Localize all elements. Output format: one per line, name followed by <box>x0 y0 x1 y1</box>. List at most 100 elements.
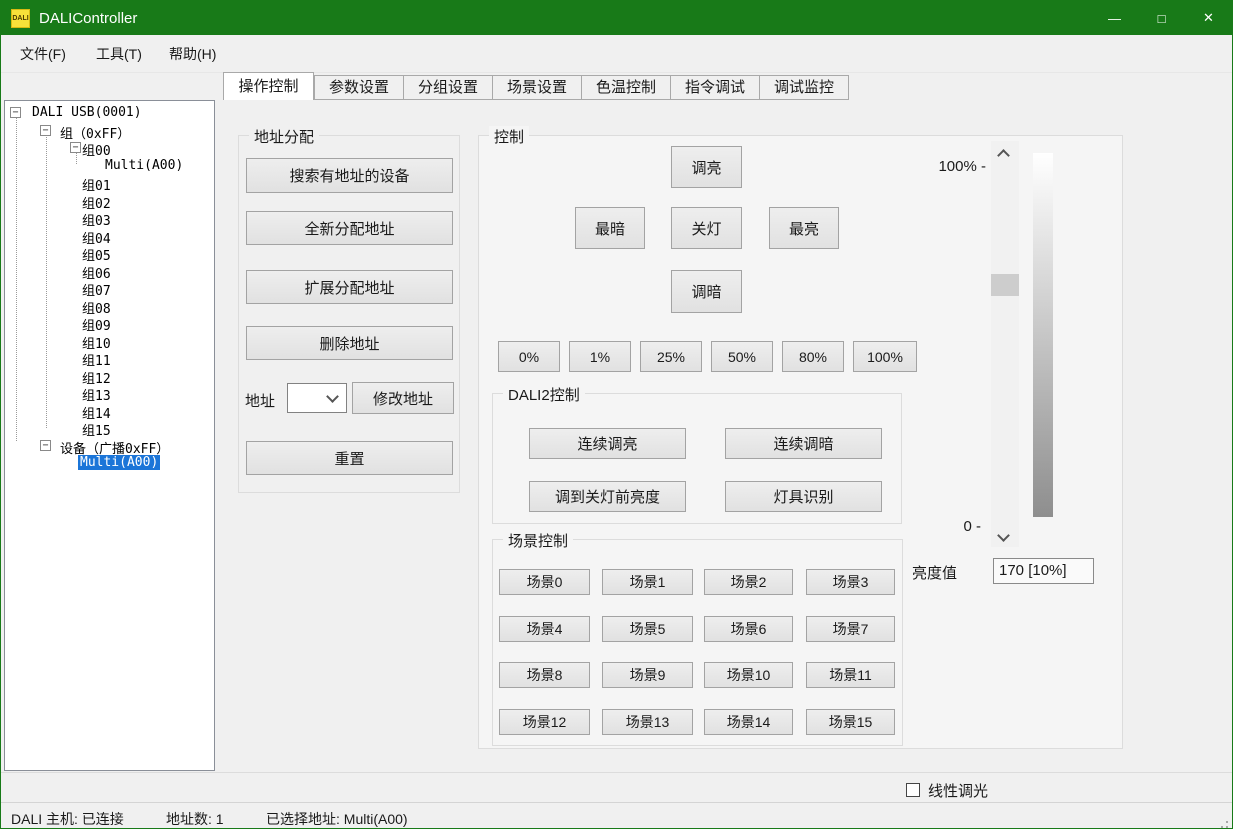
tree-item[interactable]: 组13 <box>5 385 214 402</box>
percent-100-button[interactable]: 100% <box>853 341 917 372</box>
linear-dimming-checkbox[interactable] <box>906 783 920 797</box>
brightness-scrollbar[interactable] <box>991 141 1019 547</box>
reset-button[interactable]: 重置 <box>246 441 453 475</box>
slider-max-label: 100% - <box>921 158 986 175</box>
tab-parameter-settings[interactable]: 参数设置 <box>314 75 404 100</box>
scene-10-button[interactable]: 场景10 <box>704 662 793 688</box>
continuous-brighten-button[interactable]: 连续调亮 <box>529 428 686 459</box>
brightness-value-box[interactable]: 170 [10%] <box>993 558 1094 584</box>
scene-14-button[interactable]: 场景14 <box>704 709 793 735</box>
brightness-value-label: 亮度值 <box>912 562 957 583</box>
tree-expander-icon[interactable]: − <box>40 125 51 136</box>
tree-item[interactable]: 组04 <box>5 228 214 245</box>
tab-debug-monitor[interactable]: 调试监控 <box>759 75 849 100</box>
tree-item[interactable]: 组12 <box>5 368 214 385</box>
tree-item[interactable]: 组03 <box>5 210 214 227</box>
status-host: DALI 主机: 已连接 <box>11 809 124 829</box>
scrollbar-up-button[interactable] <box>991 141 1019 165</box>
tab-group-settings[interactable]: 分组设置 <box>403 75 493 100</box>
title-bar: DALI DALIController — □ ✕ <box>1 1 1232 35</box>
percent-80-button[interactable]: 80% <box>782 341 844 372</box>
address-label: 地址 <box>245 390 275 411</box>
app-icon: DALI <box>11 9 30 28</box>
tree-item[interactable]: 组11 <box>5 350 214 367</box>
scene-group-title: 场景控制 <box>503 530 573 551</box>
close-button[interactable]: ✕ <box>1185 1 1232 35</box>
scene-1-button[interactable]: 场景1 <box>602 569 693 595</box>
search-addressed-devices-button[interactable]: 搜索有地址的设备 <box>246 158 453 193</box>
dim-button[interactable]: 调暗 <box>671 270 742 313</box>
tree-item[interactable]: − 设备（广播0xFF） <box>5 438 214 455</box>
tree-item[interactable]: − 组00 <box>5 140 214 157</box>
slider-min-label: 0 - <box>921 518 981 535</box>
tree-expander-icon[interactable]: − <box>10 107 21 118</box>
percent-50-button[interactable]: 50% <box>711 341 773 372</box>
tree-item[interactable]: − DALI USB(0001) <box>5 105 214 122</box>
tab-operation-control[interactable]: 操作控制 <box>223 72 314 100</box>
tree-item[interactable]: 组09 <box>5 315 214 332</box>
luminaire-identify-button[interactable]: 灯具识别 <box>725 481 882 512</box>
status-bar: DALI 主机: 已连接 地址数: 1 已选择地址: Multi(A00) <box>1 802 1232 829</box>
scene-6-button[interactable]: 场景6 <box>704 616 793 642</box>
scene-11-button[interactable]: 场景11 <box>806 662 895 688</box>
extend-assign-address-button[interactable]: 扩展分配地址 <box>246 270 453 304</box>
max-brightness-button[interactable]: 最亮 <box>769 207 839 249</box>
delete-address-button[interactable]: 删除地址 <box>246 326 453 360</box>
tab-scene-settings[interactable]: 场景设置 <box>492 75 582 100</box>
status-selected-address: 已选择地址: Multi(A00) <box>266 809 408 829</box>
tree-expander-icon[interactable]: − <box>70 142 81 153</box>
tree-item[interactable]: 组06 <box>5 263 214 280</box>
tab-command-debug[interactable]: 指令调试 <box>670 75 760 100</box>
scene-13-button[interactable]: 场景13 <box>602 709 693 735</box>
scene-4-button[interactable]: 场景4 <box>499 616 590 642</box>
brighten-button[interactable]: 调亮 <box>671 146 742 188</box>
scene-7-button[interactable]: 场景7 <box>806 616 895 642</box>
chevron-up-icon <box>997 149 1010 162</box>
scene-2-button[interactable]: 场景2 <box>704 569 793 595</box>
recall-last-level-button[interactable]: 调到关灯前亮度 <box>529 481 686 512</box>
scene-0-button[interactable]: 场景0 <box>499 569 590 595</box>
scene-15-button[interactable]: 场景15 <box>806 709 895 735</box>
min-brightness-button[interactable]: 最暗 <box>575 207 645 249</box>
tree-item[interactable]: 组15 <box>5 420 214 437</box>
tree-item[interactable]: 组02 <box>5 193 214 210</box>
brightness-gradient-bar <box>1033 153 1053 517</box>
light-off-button[interactable]: 关灯 <box>671 207 742 249</box>
tree-item-selected[interactable]: Multi(A00) <box>5 455 214 472</box>
linear-dimming-label: 线性调光 <box>928 780 988 801</box>
window-title: DALIController <box>39 10 137 27</box>
menu-tools[interactable]: 工具(T) <box>96 44 142 64</box>
footer-strip: 线性调光 <box>1 772 1232 802</box>
minimize-button[interactable]: — <box>1091 1 1138 35</box>
continuous-dim-button[interactable]: 连续调暗 <box>725 428 882 459</box>
tree-expander-icon[interactable]: − <box>40 440 51 451</box>
tree-item[interactable]: 组07 <box>5 280 214 297</box>
tree-item[interactable]: 组10 <box>5 333 214 350</box>
scrollbar-thumb[interactable] <box>991 274 1019 296</box>
address-combobox[interactable] <box>287 383 347 413</box>
device-tree: − DALI USB(0001) − 组（0xFF） − 组00 Multi(A… <box>4 100 215 771</box>
tree-item[interactable]: Multi(A00) <box>5 158 214 175</box>
tab-color-temp-control[interactable]: 色温控制 <box>581 75 671 100</box>
percent-0-button[interactable]: 0% <box>498 341 560 372</box>
scene-9-button[interactable]: 场景9 <box>602 662 693 688</box>
modify-address-button[interactable]: 修改地址 <box>352 382 454 414</box>
percent-25-button[interactable]: 25% <box>640 341 702 372</box>
scene-5-button[interactable]: 场景5 <box>602 616 693 642</box>
percent-1-button[interactable]: 1% <box>569 341 631 372</box>
scrollbar-down-button[interactable] <box>991 523 1019 547</box>
tree-item[interactable]: 组01 <box>5 175 214 192</box>
tree-item[interactable]: 组05 <box>5 245 214 262</box>
tree-item[interactable]: 组08 <box>5 298 214 315</box>
tree-item[interactable]: − 组（0xFF） <box>5 123 214 140</box>
scene-8-button[interactable]: 场景8 <box>499 662 590 688</box>
scene-3-button[interactable]: 场景3 <box>806 569 895 595</box>
assign-new-address-button[interactable]: 全新分配地址 <box>246 211 453 245</box>
menu-help[interactable]: 帮助(H) <box>169 44 216 64</box>
menu-file[interactable]: 文件(F) <box>20 44 66 64</box>
scene-12-button[interactable]: 场景12 <box>499 709 590 735</box>
resize-grip-icon[interactable] <box>1216 821 1218 823</box>
tree-item[interactable]: 组14 <box>5 403 214 420</box>
chevron-down-icon <box>326 390 339 403</box>
maximize-button[interactable]: □ <box>1138 1 1185 35</box>
